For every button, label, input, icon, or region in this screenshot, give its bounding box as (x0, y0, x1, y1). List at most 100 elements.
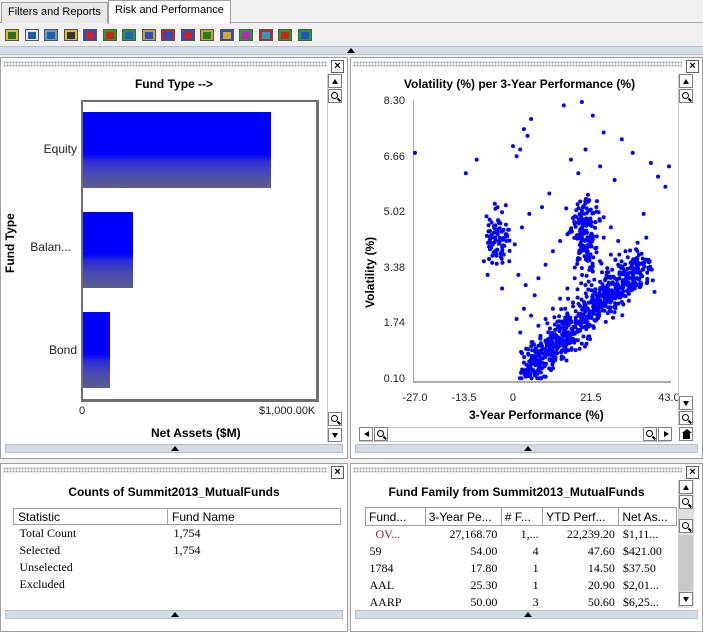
data-point[interactable] (524, 362, 529, 367)
data-point[interactable] (619, 259, 624, 264)
waterfall-chart-icon[interactable] (180, 27, 196, 43)
data-point[interactable] (525, 133, 530, 138)
data-point[interactable] (567, 340, 572, 344)
data-point[interactable] (507, 259, 512, 264)
data-point[interactable] (595, 297, 600, 302)
data-point[interactable] (529, 353, 534, 358)
data-point[interactable] (588, 216, 593, 221)
data-point[interactable] (501, 227, 506, 232)
close-icon[interactable]: × (686, 60, 699, 73)
panel-collapse-bar[interactable] (5, 444, 343, 453)
data-point[interactable] (514, 317, 519, 321)
data-point[interactable] (598, 164, 603, 169)
data-point[interactable] (575, 261, 580, 266)
data-point[interactable] (603, 286, 608, 291)
data-point[interactable] (593, 220, 598, 225)
data-point[interactable] (523, 283, 528, 288)
data-point[interactable] (595, 199, 599, 204)
data-point[interactable] (492, 201, 497, 206)
data-point[interactable] (601, 215, 606, 220)
data-point[interactable] (575, 338, 580, 343)
data-point[interactable] (588, 252, 593, 257)
data-point[interactable] (539, 360, 544, 365)
data-point[interactable] (644, 281, 649, 286)
data-point[interactable] (576, 302, 581, 306)
data-point[interactable] (501, 236, 506, 241)
data-point[interactable] (547, 366, 552, 371)
table-row[interactable]: AARP 50.00 3 50.60 $6,25... (366, 594, 677, 611)
data-point[interactable] (485, 272, 490, 277)
data-point[interactable] (648, 161, 653, 165)
data-point[interactable] (598, 293, 603, 298)
data-point[interactable] (580, 227, 585, 232)
data-point[interactable] (584, 197, 588, 201)
map-chart-icon[interactable] (297, 27, 313, 43)
data-point[interactable] (645, 277, 650, 281)
data-point[interactable] (667, 164, 671, 169)
bar[interactable] (83, 112, 271, 188)
bar[interactable] (83, 212, 133, 288)
data-point[interactable] (620, 286, 625, 291)
data-point[interactable] (543, 374, 548, 379)
data-point[interactable] (601, 235, 606, 240)
data-point[interactable] (646, 265, 651, 270)
data-point[interactable] (586, 208, 591, 213)
data-point[interactable] (569, 229, 574, 234)
data-point[interactable] (543, 317, 548, 321)
data-point[interactable] (606, 292, 611, 296)
data-point[interactable] (564, 331, 569, 336)
data-point[interactable] (487, 244, 492, 249)
data-point[interactable] (580, 273, 585, 277)
data-point[interactable] (610, 288, 615, 293)
data-point[interactable] (536, 276, 541, 281)
data-point[interactable] (606, 280, 611, 285)
data-point[interactable] (591, 255, 596, 260)
data-point[interactable] (584, 273, 589, 278)
data-point[interactable] (546, 330, 551, 335)
data-point[interactable] (641, 267, 646, 272)
data-point[interactable] (589, 238, 594, 243)
data-point[interactable] (551, 343, 556, 348)
data-point[interactable] (561, 355, 566, 360)
data-point[interactable] (572, 265, 577, 270)
data-point[interactable] (484, 233, 489, 238)
data-point[interactable] (590, 113, 595, 118)
data-point[interactable] (543, 363, 548, 367)
graphical-table-icon[interactable] (63, 27, 79, 43)
data-point[interactable] (639, 251, 644, 256)
data-point[interactable] (487, 257, 491, 261)
data-point[interactable] (547, 357, 552, 362)
parallel-coordinate-icon[interactable] (258, 27, 274, 43)
data-point[interactable] (623, 262, 628, 267)
data-point[interactable] (646, 257, 651, 262)
data-point[interactable] (579, 316, 584, 321)
data-point[interactable] (561, 327, 566, 332)
data-point[interactable] (617, 264, 622, 269)
data-point[interactable] (591, 211, 596, 215)
table-row[interactable]: Unselected (14, 559, 341, 576)
scroll-left-button[interactable] (359, 427, 373, 441)
data-point[interactable] (593, 225, 598, 230)
heat-map-icon[interactable] (238, 27, 254, 43)
data-point[interactable] (583, 283, 588, 288)
line-chart-icon[interactable] (121, 27, 137, 43)
data-point[interactable] (616, 239, 621, 243)
data-point[interactable] (574, 208, 579, 213)
scroll-up-button[interactable] (679, 480, 693, 494)
close-icon[interactable]: × (686, 466, 699, 479)
data-point[interactable] (585, 249, 590, 254)
data-point[interactable] (551, 366, 555, 371)
data-point[interactable] (526, 371, 531, 376)
data-point[interactable] (517, 376, 522, 381)
data-point[interactable] (570, 216, 575, 220)
data-point[interactable] (413, 150, 417, 155)
data-point[interactable] (642, 260, 647, 265)
data-point[interactable] (557, 319, 562, 324)
data-point[interactable] (551, 335, 556, 340)
data-point[interactable] (499, 252, 504, 257)
data-point[interactable] (559, 343, 564, 348)
data-point[interactable] (566, 296, 571, 301)
reset-zoom-button[interactable] (679, 427, 693, 441)
column-header[interactable]: Statistic (13, 508, 168, 525)
data-point[interactable] (493, 223, 498, 228)
